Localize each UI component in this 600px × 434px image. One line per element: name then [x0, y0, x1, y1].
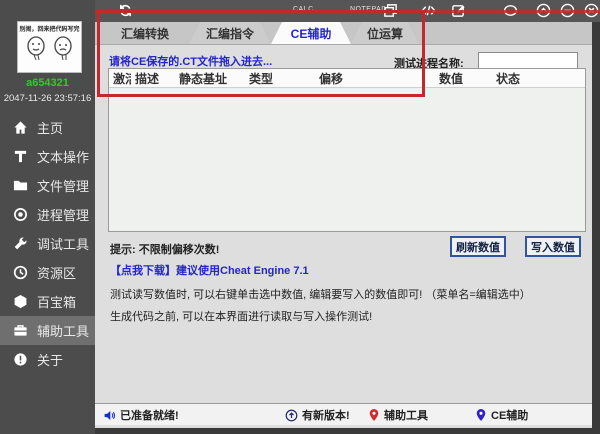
titlebar: CALC NOTEPAD — [95, 0, 600, 22]
tab-ce-helper[interactable]: CE辅助 — [271, 22, 351, 44]
minimize-circle-icon[interactable] — [560, 3, 575, 18]
usage-hint-2: 生成代码之前, 可以在本界面进行读取与写入操作测试! — [110, 311, 373, 323]
info-icon — [14, 353, 27, 366]
notepad-link[interactable]: NOTEPAD — [350, 6, 387, 13]
status-ready-label: 已准备就绪! — [120, 410, 179, 422]
face-icon — [27, 36, 45, 61]
sidebar-item-label: 文件管理 — [37, 179, 90, 194]
edit-icon[interactable] — [451, 3, 466, 18]
sidebar-item-treasure-box[interactable]: 百宝箱 — [0, 287, 95, 316]
status-ready: 已准备就绪! — [103, 407, 179, 423]
sidebar: 别闹，回来把代码写完 a654321 2047-11-26 23:57:16 主… — [0, 0, 95, 434]
address-table[interactable]: 激活 描述 静态基址 类型 偏移 数值 状态 — [108, 68, 586, 232]
sidebar-item-label: 辅助工具 — [37, 324, 90, 339]
sidebar-item-label: 文本操作 — [37, 150, 90, 165]
sidebar-item-debug-tools[interactable]: 调试工具 — [0, 229, 95, 258]
pin-red-icon — [369, 409, 379, 421]
table-body-empty[interactable] — [109, 88, 585, 232]
status-new-version[interactable]: 有新版本! — [285, 407, 350, 423]
col-activate[interactable]: 激活 — [109, 70, 131, 87]
tabbar: 汇编转换 汇编指令 CE辅助 位运算 — [95, 22, 592, 45]
sidebar-item-label: 主页 — [37, 121, 64, 136]
status-module-label: 辅助工具 — [384, 410, 428, 422]
sidebar-item-label: 百宝箱 — [37, 295, 77, 310]
folder-icon — [13, 180, 28, 191]
sidebar-item-home[interactable]: 主页 — [0, 113, 95, 142]
tab-asm-instruction[interactable]: 汇编指令 — [189, 22, 271, 44]
status-submodule-label: CE辅助 — [491, 410, 529, 422]
text-icon — [14, 150, 27, 163]
wrench-icon — [14, 237, 27, 250]
calc-link[interactable]: CALC — [293, 6, 314, 13]
username: a654321 — [26, 77, 69, 89]
process-name-input[interactable] — [478, 52, 578, 69]
sidebar-item-label: 进程管理 — [37, 208, 90, 223]
status-submodule: CE辅助 — [475, 407, 528, 423]
tab-bit-ops[interactable]: 位运算 — [351, 22, 419, 44]
download-link[interactable]: 【点我下载】建议使用Cheat Engine 7.1 — [110, 262, 309, 278]
col-offset[interactable]: 偏移 — [315, 70, 435, 87]
toolbox-icon — [14, 325, 27, 336]
usage-hint-1: 测试读写数值时, 可以右键单击选中数值, 编辑要写入的数值即可! （菜单名=编辑… — [110, 289, 531, 301]
table-header-row: 激活 描述 静态基址 类型 偏移 数值 状态 — [109, 69, 585, 88]
main-panel: 汇编转换 汇编指令 CE辅助 位运算 请将CE保存的.CT文件拖入进去... 测… — [95, 22, 592, 428]
sidebar-item-label: 关于 — [37, 353, 64, 368]
sidebar-item-aux-tools[interactable]: 辅助工具 — [0, 316, 95, 345]
write-values-button[interactable]: 写入数值 — [525, 236, 581, 257]
pin-blue-icon — [476, 409, 486, 421]
sidebar-item-text-ops[interactable]: 文本操作 — [0, 142, 95, 171]
col-value[interactable]: 数值 — [435, 70, 492, 87]
app-window: 别闹，回来把代码写完 a654321 2047-11-26 23:57:16 主… — [0, 0, 600, 434]
face-icon — [54, 36, 72, 61]
offset-tip: 提示: 不限制偏移次数! — [110, 244, 220, 256]
process-icon — [14, 208, 27, 221]
sidebar-item-label: 调试工具 — [37, 237, 90, 252]
avatar[interactable]: 别闹，回来把代码写完 — [17, 21, 82, 73]
ct-drop-hint: 请将CE保存的.CT文件拖入进去... — [109, 56, 273, 68]
sidebar-item-about[interactable]: 关于 — [0, 345, 95, 374]
update-circle-icon — [285, 409, 298, 421]
avatar-meme-faces — [18, 33, 81, 62]
sidebar-menu: 主页 文本操作 文件管理 进程管理 调试工具 资源区 百宝箱 辅助工具 关于 — [0, 113, 95, 374]
col-static-base[interactable]: 静态基址 — [175, 70, 245, 87]
datetime: 2047-11-26 23:57:16 — [3, 93, 92, 104]
arrow-up-circle-icon[interactable] — [536, 3, 551, 18]
layers-icon[interactable] — [383, 3, 398, 18]
sidebar-item-file-mgmt[interactable]: 文件管理 — [0, 171, 95, 200]
status-module: 辅助工具 — [368, 407, 428, 423]
col-type[interactable]: 类型 — [245, 70, 315, 87]
avatar-caption: 别闹，回来把代码写完 — [19, 27, 80, 33]
chat-icon[interactable] — [503, 3, 518, 18]
recycle-icon[interactable] — [118, 3, 133, 18]
refresh-values-button[interactable]: 刷新数值 — [450, 236, 506, 257]
speaker-icon — [104, 410, 116, 420]
clock-icon — [13, 265, 28, 280]
tab-asm-convert[interactable]: 汇编转换 — [101, 22, 189, 44]
sidebar-item-process-mgmt[interactable]: 进程管理 — [0, 200, 95, 229]
status-version-label: 有新版本! — [302, 410, 350, 422]
sidebar-item-label: 资源区 — [37, 266, 77, 281]
sidebar-item-resources[interactable]: 资源区 — [0, 258, 95, 287]
col-description[interactable]: 描述 — [131, 70, 175, 87]
code-icon[interactable] — [421, 3, 436, 18]
home-icon — [14, 121, 27, 134]
hexagon-icon — [14, 294, 27, 309]
statusbar: 已准备就绪! 有新版本! 辅助工具 CE辅助 — [95, 403, 592, 425]
col-status[interactable]: 状态 — [492, 70, 585, 87]
close-circle-icon[interactable] — [584, 3, 599, 18]
